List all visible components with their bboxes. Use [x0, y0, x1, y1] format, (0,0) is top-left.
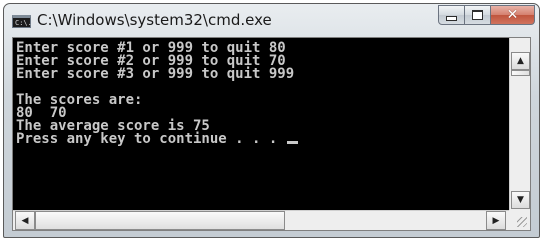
horizontal-scrollbar[interactable]: ◀ ▶	[13, 210, 509, 230]
cmd-window: C:\. C:\Windows\system32\cmd.exe ✕ Enter…	[3, 3, 540, 238]
console-output[interactable]: Enter score #1 or 999 to quit 80 Enter s…	[13, 38, 509, 210]
console-line: Enter score #3 or 999 to quit 999	[16, 66, 295, 82]
close-icon: ✕	[506, 7, 519, 23]
minimize-button[interactable]	[438, 5, 465, 25]
size-grip[interactable]	[509, 210, 530, 230]
scroll-right-button[interactable]: ▶	[486, 211, 506, 230]
cmd-app-icon[interactable]: C:\.	[12, 15, 32, 28]
arrow-left-icon: ◀	[21, 215, 29, 226]
close-button[interactable]: ✕	[491, 5, 535, 25]
vertical-scroll-thumb[interactable]	[511, 70, 530, 76]
arrow-right-icon: ▶	[492, 215, 500, 226]
maximize-icon	[472, 10, 483, 20]
scroll-up-button[interactable]: ▲	[511, 52, 530, 70]
vertical-scrollbar[interactable]: ▲ ▼	[509, 38, 530, 210]
text-cursor	[286, 141, 298, 144]
arrow-down-icon: ▼	[517, 195, 524, 205]
console-client-area: Enter score #1 or 999 to quit 80 Enter s…	[12, 37, 531, 231]
window-title: C:\Windows\system32\cmd.exe	[37, 11, 272, 29]
arrow-up-icon: ▲	[517, 56, 524, 66]
maximize-button[interactable]	[465, 5, 491, 25]
scroll-down-button[interactable]: ▼	[511, 191, 530, 209]
horizontal-scroll-thumb[interactable]	[35, 211, 285, 230]
scroll-left-button[interactable]: ◀	[15, 211, 35, 230]
resize-grip-icon	[517, 217, 527, 227]
title-bar[interactable]: C:\. C:\Windows\system32\cmd.exe ✕	[4, 4, 539, 34]
console-prompt-line: Press any key to continue . . .	[16, 131, 286, 147]
console-text: Enter score #1 or 999 to quit 80 Enter s…	[16, 41, 298, 147]
caption-buttons: ✕	[438, 5, 535, 26]
minimize-icon	[446, 16, 457, 21]
